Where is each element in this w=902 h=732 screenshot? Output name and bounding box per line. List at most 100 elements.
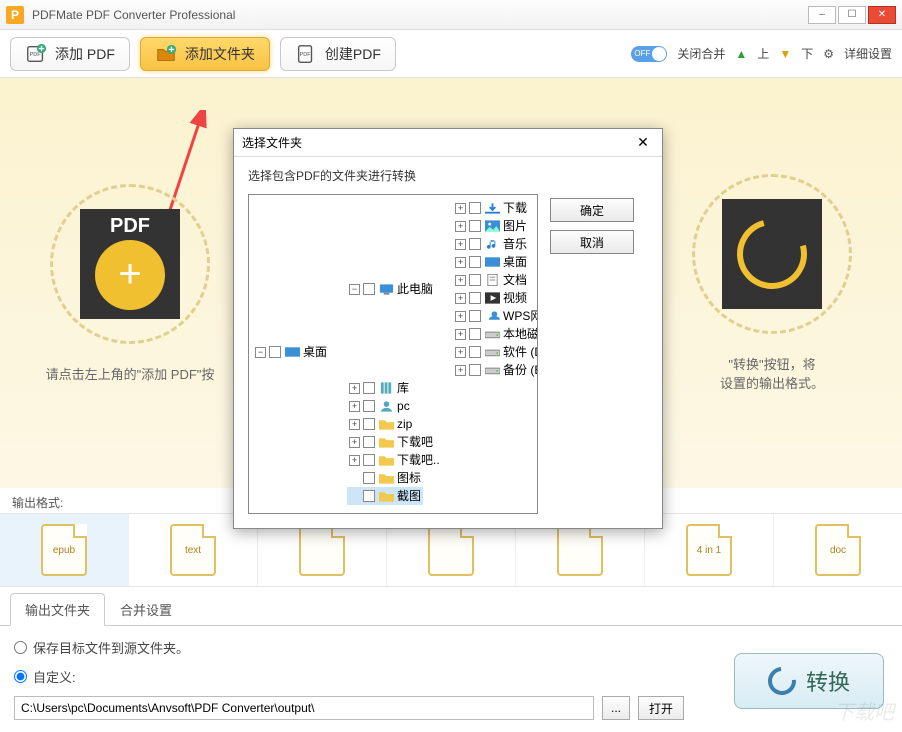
wps-icon [484, 309, 500, 323]
format4-icon [428, 524, 474, 576]
tree-tubiao[interactable]: 图标 [397, 469, 421, 487]
tree-thispc[interactable]: 此电脑 [397, 280, 433, 298]
format-doc[interactable]: doc [774, 514, 902, 586]
desktop-icon [284, 345, 300, 359]
tree-xiazaiba[interactable]: 下载吧 [397, 433, 433, 451]
tree-zip[interactable]: zip [397, 415, 412, 433]
disk-icon [484, 345, 500, 359]
create-pdf-button[interactable]: PDF 创建PDF [280, 37, 396, 71]
convert-cycle-icon [762, 661, 801, 700]
bottom-tabs: 输出文件夹 合并设置 [0, 593, 902, 626]
convert-label: 转换 [806, 665, 850, 697]
main-toolbar: PDF 添加 PDF 添加文件夹 PDF 创建PDF OFF 关闭合并 ▲ 上 ▼… [0, 30, 902, 78]
tree-jietu[interactable]: 截图 [397, 487, 421, 505]
folder-icon [378, 453, 394, 467]
tree-downloads[interactable]: 下载 [503, 199, 527, 217]
desk-icon [484, 255, 500, 269]
dialog-description: 选择包含PDF的文件夹进行转换 [248, 167, 648, 184]
advanced-settings-label[interactable]: 详细设置 [844, 45, 892, 62]
tree-pictures[interactable]: 图片 [503, 217, 527, 235]
tree-localc[interactable]: 本地磁盘 (C:) [503, 325, 538, 343]
add-folder-button[interactable]: 添加文件夹 [140, 37, 270, 71]
convert-button[interactable]: 转换 [734, 653, 884, 709]
format-4in1[interactable]: 4 in 1 [645, 514, 774, 586]
output-path-input[interactable] [14, 696, 594, 720]
settings-gear-icon[interactable]: ⚙ [823, 47, 834, 61]
create-pdf-label: 创建PDF [325, 44, 381, 64]
move-down-icon[interactable]: ▼ [779, 47, 791, 61]
tree-desk[interactable]: 桌面 [503, 253, 527, 271]
dialog-ok-button[interactable]: 确定 [550, 198, 634, 222]
disk-icon [484, 327, 500, 341]
format-epub[interactable]: epub [0, 514, 129, 586]
dialog-title: 选择文件夹 [242, 134, 302, 151]
music-icon [484, 237, 500, 251]
epub-icon: epub [41, 524, 87, 576]
folder-icon [378, 489, 394, 503]
tree-documents[interactable]: 文档 [503, 271, 527, 289]
format5-icon [557, 524, 603, 576]
right-hint-1: "转换"按钮，将 [682, 354, 862, 373]
toolbar-right: OFF 关闭合并 ▲ 上 ▼ 下 ⚙ 详细设置 [631, 45, 892, 62]
expander-icon[interactable]: − [255, 347, 266, 358]
text-icon: text [170, 524, 216, 576]
right-hint-2: 设置的输出格式。 [682, 373, 862, 392]
app-logo-icon: P [6, 6, 24, 24]
title-bar: P PDFMate PDF Converter Professional – ☐… [0, 0, 902, 30]
fourinone-icon: 4 in 1 [686, 524, 732, 576]
window-controls: – ☐ ✕ [808, 6, 896, 24]
move-up-icon[interactable]: ▲ [735, 47, 747, 61]
tree-videos[interactable]: 视频 [503, 289, 527, 307]
minimize-button[interactable]: – [808, 6, 836, 24]
documents-icon [484, 273, 500, 287]
window-title: PDFMate PDF Converter Professional [32, 8, 808, 22]
dialog-cancel-button[interactable]: 取消 [550, 230, 634, 254]
merge-toggle[interactable]: OFF [631, 46, 667, 62]
tree-pc[interactable]: pc [397, 397, 410, 415]
download-icon [484, 201, 500, 215]
close-window-button[interactable]: ✕ [868, 6, 896, 24]
folder-plus-icon [155, 43, 177, 65]
tree-library[interactable]: 库 [397, 379, 409, 397]
move-up-label: 上 [757, 45, 769, 62]
folder-icon [378, 471, 394, 485]
user-icon [378, 399, 394, 413]
radio-save-source-label: 保存目标文件到源文件夹。 [33, 638, 189, 657]
computer-icon [378, 282, 394, 296]
browse-button[interactable]: ... [602, 696, 630, 720]
add-folder-label: 添加文件夹 [185, 44, 255, 64]
folder-icon [378, 435, 394, 449]
tree-softd[interactable]: 软件 (D:) [503, 343, 538, 361]
convert-drop-zone: "转换"按钮，将 设置的输出格式。 [682, 174, 862, 392]
radio-custom-label: 自定义: [33, 667, 76, 686]
pictures-icon [484, 219, 500, 233]
maximize-button[interactable]: ☐ [838, 6, 866, 24]
open-folder-button[interactable]: 打开 [638, 696, 684, 720]
tree-backupe[interactable]: 备份 (E:) [503, 361, 538, 379]
format3-icon [299, 524, 345, 576]
library-icon [378, 381, 394, 395]
radio-save-source-input[interactable] [14, 641, 27, 654]
merge-toggle-label: 关闭合并 [677, 45, 725, 62]
folder-icon [378, 417, 394, 431]
move-down-label: 下 [801, 45, 813, 62]
tab-merge-settings[interactable]: 合并设置 [105, 593, 187, 625]
tree-xiazaiba2[interactable]: 下载吧.. [397, 451, 440, 469]
select-folder-dialog: 选择文件夹 ✕ 选择包含PDF的文件夹进行转换 −桌面 −此电脑 +下载 +图片… [233, 128, 663, 529]
pdf-add-icon: PDF + [80, 209, 180, 319]
dialog-close-button[interactable]: ✕ [632, 132, 654, 154]
add-pdf-drop-zone[interactable]: PDF + 请点击左上角的"添加 PDF"按 [40, 184, 220, 383]
doc-icon: doc [815, 524, 861, 576]
folder-tree[interactable]: −桌面 −此电脑 +下载 +图片 +音乐 +桌面 +文档 +视频 [248, 194, 538, 514]
checkbox[interactable] [269, 346, 281, 358]
convert-icon [722, 199, 822, 309]
tab-output-folder[interactable]: 输出文件夹 [10, 593, 105, 626]
tree-desktop[interactable]: 桌面 [303, 343, 327, 361]
tree-music[interactable]: 音乐 [503, 235, 527, 253]
svg-text:PDF: PDF [30, 51, 42, 57]
add-pdf-button[interactable]: PDF 添加 PDF [10, 37, 130, 71]
tree-wps[interactable]: WPS网盘 [503, 307, 538, 325]
add-pdf-label: 添加 PDF [55, 44, 115, 64]
svg-text:PDF: PDF [299, 51, 311, 57]
radio-custom-input[interactable] [14, 670, 27, 683]
